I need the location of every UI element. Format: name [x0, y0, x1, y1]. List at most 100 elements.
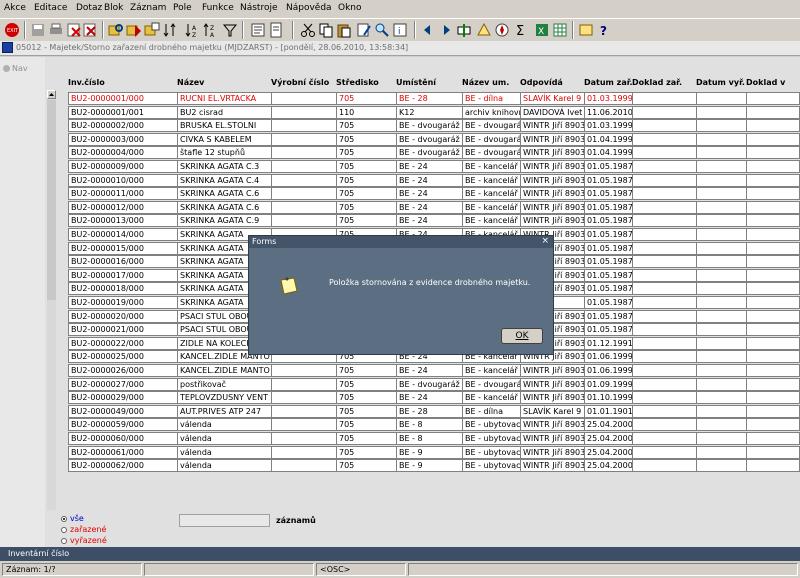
column-header-doklad-v[interactable]: Doklad v: [746, 78, 785, 87]
spreadsheet-icon[interactable]: [552, 22, 568, 38]
cell-nazev-um[interactable]: BE - ubytovac: [462, 446, 521, 459]
cell-umisteni[interactable]: BE - dvougaráž: [396, 146, 463, 159]
cell-datum-vyr[interactable]: [696, 310, 747, 323]
cell-stredisko[interactable]: 705: [336, 146, 397, 159]
nav-label[interactable]: Nav: [12, 64, 28, 73]
vertical-scrollbar[interactable]: [47, 90, 56, 510]
radio-zarazene[interactable]: [61, 527, 67, 533]
cell-doklad-zar[interactable]: [632, 174, 697, 187]
cell-odpovida[interactable]: SLAVÍK Karel 9: [520, 405, 585, 418]
cell-datum-zar[interactable]: 01.05.1987: [584, 160, 633, 173]
sort-icon[interactable]: [162, 22, 178, 38]
cell-doklad-v[interactable]: [746, 432, 800, 445]
cell-inv-cislo[interactable]: BU2-0000001/001: [68, 106, 178, 119]
cell-doklad-zar[interactable]: [632, 378, 697, 391]
cell-datum-vyr[interactable]: [696, 119, 747, 132]
cell-stredisko[interactable]: 705: [336, 214, 397, 227]
cell-inv-cislo[interactable]: BU2-0000015/000: [68, 242, 178, 255]
cell-doklad-v[interactable]: [746, 350, 800, 363]
cell-datum-zar[interactable]: 25.04.2000: [584, 432, 633, 445]
cell-inv-cislo[interactable]: BU2-0000009/000: [68, 160, 178, 173]
triangle-icon[interactable]: [476, 22, 492, 38]
cell-doklad-zar[interactable]: [632, 119, 697, 132]
cell-inv-cislo[interactable]: BU2-0000002/000: [68, 119, 178, 132]
cell-umisteni[interactable]: BE - 24: [396, 201, 463, 214]
cell-datum-zar[interactable]: 01.03.1999: [584, 119, 633, 132]
cell-datum-zar[interactable]: 01.05.1987: [584, 242, 633, 255]
cell-doklad-v[interactable]: [746, 418, 800, 431]
cell-datum-vyr[interactable]: [696, 350, 747, 363]
cell-nazev-um[interactable]: BE - dílna: [462, 405, 521, 418]
cell-doklad-v[interactable]: [746, 106, 800, 119]
cell-datum-zar[interactable]: 25.04.2000: [584, 418, 633, 431]
cell-umisteni[interactable]: BE - 28: [396, 405, 463, 418]
cell-umisteni[interactable]: BE - 9: [396, 459, 463, 472]
cell-umisteni[interactable]: BE - dvougaráž: [396, 133, 463, 146]
cell-vyrobni-cislo[interactable]: [271, 405, 337, 418]
cell-doklad-zar[interactable]: [632, 296, 697, 309]
cell-odpovida[interactable]: DAVIDOVÁ Ivet: [520, 106, 585, 119]
cell-doklad-v[interactable]: [746, 187, 800, 200]
cell-datum-vyr[interactable]: [696, 187, 747, 200]
cell-doklad-zar[interactable]: [632, 255, 697, 268]
sort-az-icon[interactable]: AZ: [184, 22, 200, 39]
print-icon[interactable]: [48, 22, 64, 38]
cell-datum-zar[interactable]: 01.01.1901: [584, 405, 633, 418]
ok-button[interactable]: OK: [501, 328, 543, 344]
cut-icon[interactable]: [300, 22, 316, 38]
save-icon[interactable]: [30, 22, 46, 38]
column-header-odpovida[interactable]: Odpovídá: [520, 78, 563, 87]
menu-funkce[interactable]: Funkce: [202, 3, 234, 13]
cell-doklad-v[interactable]: [746, 323, 800, 336]
cell-doklad-zar[interactable]: [632, 391, 697, 404]
cell-datum-zar[interactable]: 25.04.2000: [584, 446, 633, 459]
cell-nazev[interactable]: štafle 12 stupňů: [177, 146, 272, 159]
cell-inv-cislo[interactable]: BU2-0000049/000: [68, 405, 178, 418]
cell-inv-cislo[interactable]: BU2-0000021/000: [68, 323, 178, 336]
cell-datum-zar[interactable]: 01.05.1987: [584, 323, 633, 336]
cell-doklad-v[interactable]: [746, 146, 800, 159]
cell-doklad-v[interactable]: [746, 201, 800, 214]
cell-datum-zar[interactable]: 01.12.1991: [584, 337, 633, 350]
cell-datum-zar[interactable]: 01.05.1987: [584, 269, 633, 282]
cell-odpovida[interactable]: WINTR Jiří 8903: [520, 364, 585, 377]
cell-vyrobni-cislo[interactable]: [271, 187, 337, 200]
cell-doklad-zar[interactable]: [632, 242, 697, 255]
cell-doklad-zar[interactable]: [632, 418, 697, 431]
cell-doklad-zar[interactable]: [632, 187, 697, 200]
cell-datum-zar[interactable]: 01.05.1987: [584, 282, 633, 295]
cell-stredisko[interactable]: 705: [336, 378, 397, 391]
cell-datum-zar[interactable]: 01.06.1999: [584, 364, 633, 377]
cell-nazev-um[interactable]: BE - ubytovac: [462, 418, 521, 431]
menu-nastroje[interactable]: Nástroje: [240, 3, 278, 13]
cell-datum-vyr[interactable]: [696, 255, 747, 268]
cell-stredisko[interactable]: 705: [336, 405, 397, 418]
cell-datum-zar[interactable]: 01.05.1987: [584, 228, 633, 241]
cell-datum-zar[interactable]: 25.04.2000: [584, 459, 633, 472]
excel-icon[interactable]: X: [534, 22, 550, 38]
cell-datum-zar[interactable]: 01.04.1999: [584, 133, 633, 146]
cell-inv-cislo[interactable]: BU2-0000061/000: [68, 446, 178, 459]
cell-inv-cislo[interactable]: BU2-0000017/000: [68, 269, 178, 282]
cell-vyrobni-cislo[interactable]: [271, 119, 337, 132]
cell-doklad-v[interactable]: [746, 459, 800, 472]
nav-icon[interactable]: [3, 65, 10, 72]
cell-nazev[interactable]: SKRINKA AGATA C.3: [177, 160, 272, 173]
cell-inv-cislo[interactable]: BU2-0000027/000: [68, 378, 178, 391]
cell-umisteni[interactable]: BE - 24: [396, 391, 463, 404]
compass-icon[interactable]: [494, 22, 510, 38]
cell-datum-zar[interactable]: 01.06.1999: [584, 350, 633, 363]
cell-stredisko[interactable]: 705: [336, 92, 397, 105]
cell-inv-cislo[interactable]: BU2-0000016/000: [68, 255, 178, 268]
scroll-up-button[interactable]: [47, 90, 56, 99]
radio-vse-label[interactable]: vše: [70, 514, 84, 523]
cell-nazev[interactable]: SKRINKA AGATA C.6: [177, 201, 272, 214]
cell-datum-vyr[interactable]: [696, 269, 747, 282]
cell-inv-cislo[interactable]: BU2-0000003/000: [68, 133, 178, 146]
cell-doklad-zar[interactable]: [632, 214, 697, 227]
cell-datum-vyr[interactable]: [696, 418, 747, 431]
cell-odpovida[interactable]: WINTR Jiří 8903: [520, 446, 585, 459]
cell-stredisko[interactable]: 705: [336, 364, 397, 377]
cell-doklad-zar[interactable]: [632, 106, 697, 119]
cell-inv-cislo[interactable]: BU2-0000062/000: [68, 459, 178, 472]
